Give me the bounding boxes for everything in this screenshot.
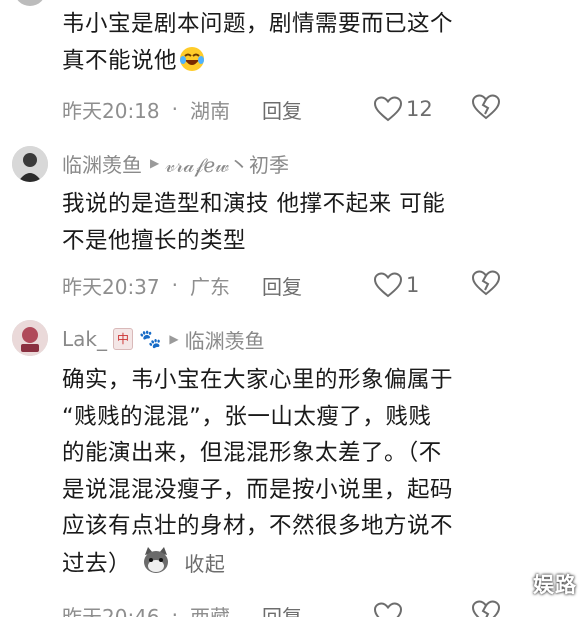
avatar[interactable] [12, 320, 48, 356]
like-count: 12 [406, 97, 433, 121]
comment-3-meta: 昨天20:46 · 西藏 回复 [62, 598, 512, 617]
like-button[interactable] [374, 602, 402, 617]
location: 广东 [190, 274, 230, 299]
username[interactable]: Lak_ [62, 327, 107, 351]
like-button[interactable]: 1 [374, 272, 419, 298]
comment-1-meta: 昨天20:18 · 湖南 回复 12 [62, 92, 512, 126]
timestamp: 昨天20:37 [62, 274, 160, 299]
broken-heart-icon [471, 599, 501, 617]
comment-1-text: 韦小宝是剧本问题，剧情需要而已这个 真不能说他 [62, 11, 454, 74]
timestamp: 昨天20:18 [62, 98, 160, 123]
dislike-button[interactable] [471, 269, 501, 301]
dislike-button[interactable] [471, 599, 501, 617]
avatar-partial[interactable] [14, 0, 46, 6]
heart-outline-icon [374, 602, 402, 617]
timestamp: 昨天20:46 [62, 604, 160, 617]
reply-arrow-icon: ▶ [150, 156, 160, 170]
username[interactable]: 临渊羡鱼 [62, 149, 142, 178]
heart-outline-icon [374, 96, 402, 122]
collapse-button[interactable]: 收起 [184, 552, 225, 576]
reply-button[interactable]: 回复 [262, 95, 302, 124]
comment-header: 临渊羡鱼 ▶ 𝓋𝓇𝒶𝒻ℯ𝓌丶初季 [62, 148, 289, 178]
location: 湖南 [190, 98, 230, 123]
comment-header: Lak_ 中 🐾 ▶ 临渊羡鱼 [62, 324, 265, 354]
reply-button[interactable]: 回复 [262, 271, 302, 300]
dislike-button[interactable] [471, 93, 501, 125]
laugh-cry-emoji [179, 46, 205, 72]
paw-icon: 🐾 [138, 328, 162, 350]
broken-heart-icon [471, 93, 501, 119]
watermark: 娱路 [533, 573, 577, 597]
heart-outline-icon [374, 272, 402, 298]
location: 西藏 [190, 604, 230, 617]
broken-heart-icon [471, 269, 501, 295]
reply-arrow-icon: ▶ [169, 332, 179, 346]
comment-3-text: 确实，韦小宝在大家心里的形象偏属于 “贱贱的混混”，张一山太瘦了，贱贱 的能演出… [62, 367, 454, 577]
mahjong-tile-icon: 中 [112, 328, 133, 350]
reply-to-username[interactable]: 𝓋𝓇𝒶𝒻ℯ𝓌丶初季 [165, 149, 289, 178]
avatar[interactable] [12, 146, 48, 182]
comment-2-text: 我说的是造型和演技 他撑不起来 可能 不是他擅长的类型 [62, 191, 446, 254]
reply-to-username[interactable]: 临渊羡鱼 [185, 325, 265, 354]
comment-2-meta: 昨天20:37 · 广东 回复 1 [62, 268, 512, 302]
reply-button[interactable]: 回复 [262, 601, 302, 617]
cat-emoji [141, 545, 171, 575]
like-count: 1 [406, 273, 420, 297]
like-button[interactable]: 12 [374, 96, 433, 122]
